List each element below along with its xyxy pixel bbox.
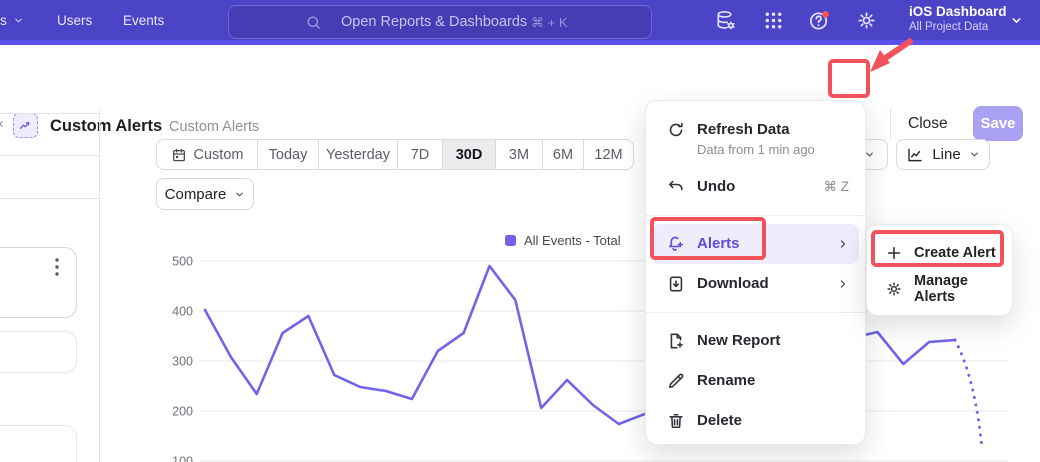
submenu-item-label: Create Alert [914,245,996,261]
dashboard-card-partial[interactable] [0,331,77,373]
menu-divider [646,312,865,313]
report-type-chip [13,113,38,138]
alerts-submenu: Create Alert Manage Alerts [866,224,1013,316]
project-selector[interactable]: iOS Dashboard All Project Data [909,3,1009,38]
menu-item-delete[interactable]: Delete [646,401,865,441]
nav-item-events[interactable]: Events [123,0,164,40]
menu-item-rename[interactable]: Rename [646,361,865,401]
plus-icon [885,244,903,262]
rail-divider [0,155,99,156]
create-alert-menu-item[interactable]: Create Alert [867,235,1012,271]
manage-alerts-menu-item[interactable]: Manage Alerts [867,271,1012,307]
nav-item-events-label: Events [123,13,164,28]
trash-icon [666,411,686,431]
nav-item-users[interactable]: Users [57,0,92,40]
report-header: Custom Alerts Custom Alerts GV Duplicate… [0,45,1040,110]
nav-item-partial[interactable]: s [0,0,24,40]
data-management-icon[interactable] [714,9,737,32]
nav-item-partial-label: s [0,13,7,28]
line-series-dotted-projection [955,340,982,448]
menu-item-sublabel: Data from 1 min ago [697,140,815,159]
chevron-right-icon [837,278,849,290]
y-axis-label: 500 [172,255,193,269]
kebab-menu-icon[interactable] [51,257,63,279]
menu-item-label: Rename [697,371,755,391]
menu-item-label: Undo [697,177,735,197]
download-icon [666,274,686,294]
chevron-down-icon [13,15,24,26]
chevron-down-icon [1010,14,1023,27]
project-name: iOS Dashboard [909,3,1009,20]
undo-icon [666,177,686,197]
gear-icon [885,280,903,298]
menu-divider [646,215,865,216]
rail-divider [0,113,99,114]
search-placeholder: Open Reports & Dashboards [341,14,527,30]
menu-item-refresh-data[interactable]: Refresh Data Data from 1 min ago [646,113,865,167]
dashboard-card-partial[interactable] [0,247,77,318]
menu-item-new-report[interactable]: New Report [646,321,865,361]
new-report-icon [666,331,686,351]
menu-item-label: Download [697,274,769,294]
rail-divider [0,198,99,199]
global-search-input[interactable]: Open Reports & Dashboards ⌘ + K [228,5,652,39]
collapse-chevron-icon[interactable] [0,118,6,130]
menu-item-shortcut: ⌘ Z [824,179,850,195]
nav-item-users-label: Users [57,13,92,28]
menu-item-label: New Report [697,331,780,351]
menu-item-label: Delete [697,411,742,431]
context-menu: Refresh Data Data from 1 min ago Undo ⌘ … [645,100,866,445]
search-shortcut-hint: ⌘ + K [531,15,568,31]
y-axis-label: 100 [172,455,193,462]
alerts-menu-item[interactable]: Alerts [652,224,859,264]
project-scope: All Project Data [909,20,1009,34]
pencil-icon [666,371,686,391]
help-icon[interactable] [808,9,831,32]
dashboard-card-partial[interactable] [0,425,77,462]
menu-item-label: Refresh Data [697,120,815,140]
menu-item-undo[interactable]: Undo ⌘ Z [646,167,865,207]
chevron-right-icon [837,238,849,250]
submenu-item-label: Manage Alerts [914,273,998,305]
menu-item-download[interactable]: Download [646,264,865,304]
app-window: s Users Events Open Reports & Dashboards… [0,0,1040,462]
insights-chart-icon [18,118,33,133]
y-axis-label: 200 [172,405,193,419]
y-axis-label: 400 [172,305,193,319]
settings-gear-icon[interactable] [855,9,878,32]
notification-dot [822,11,829,18]
apps-grid-icon[interactable] [762,9,785,32]
bell-plus-icon [666,234,686,254]
top-navbar: s Users Events Open Reports & Dashboards… [0,0,1040,40]
search-icon [305,14,322,31]
y-axis-label: 300 [172,355,193,369]
refresh-icon [666,120,686,140]
menu-item-label: Alerts [697,234,740,254]
